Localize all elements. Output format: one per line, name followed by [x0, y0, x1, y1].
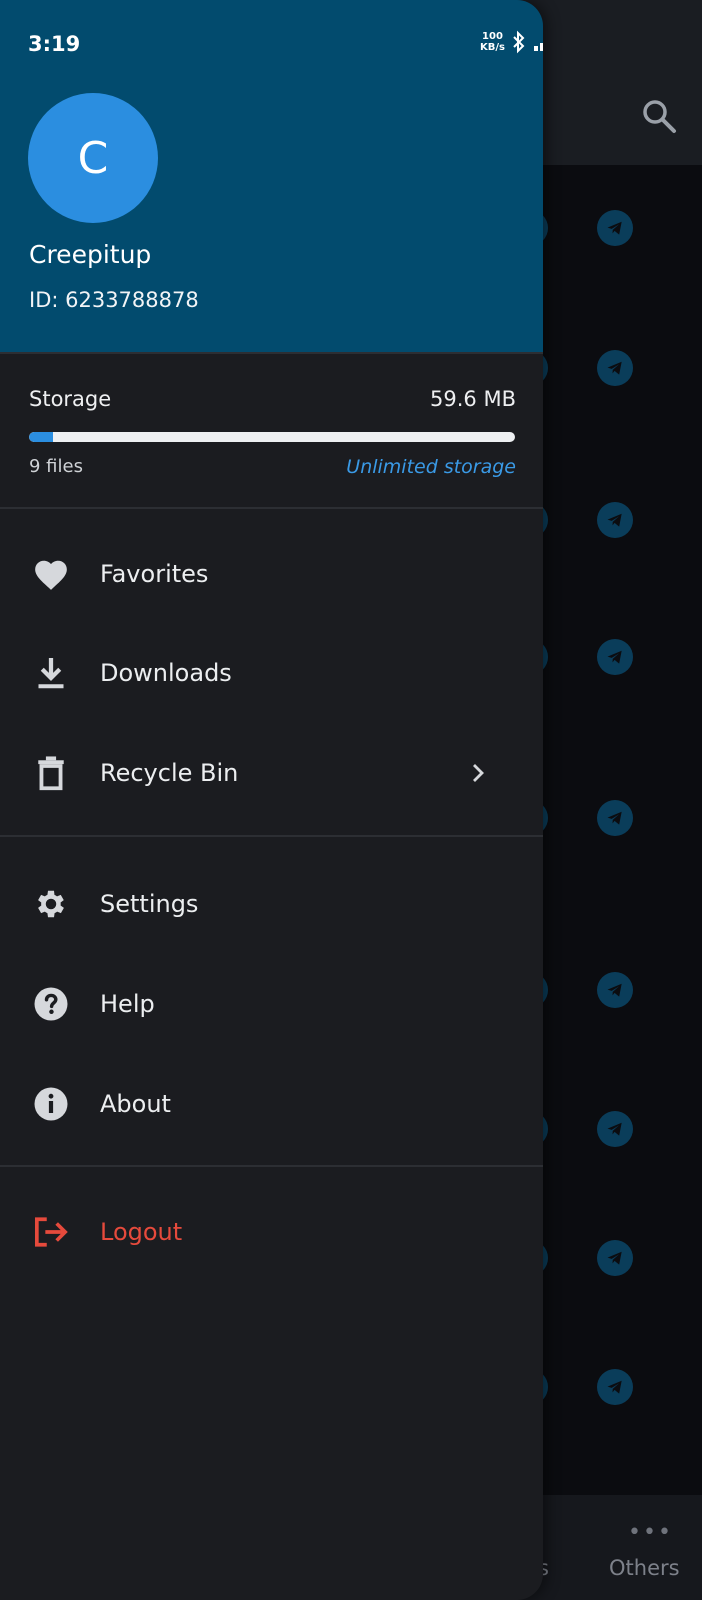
divider: [0, 352, 543, 354]
nav-tab-others[interactable]: Others: [609, 1556, 680, 1580]
telegram-icon[interactable]: [597, 502, 633, 538]
storage-plan: Unlimited storage: [346, 456, 516, 478]
telegram-icon[interactable]: [597, 639, 633, 675]
status-icons: 100 KB/s 37: [480, 30, 543, 54]
menu-item-favorites[interactable]: Favorites: [0, 534, 543, 614]
avatar[interactable]: C: [28, 93, 158, 223]
user-id: ID: 6233788878: [29, 288, 199, 312]
menu-item-settings[interactable]: Settings: [0, 864, 543, 944]
network-speed: 100 KB/s: [480, 31, 505, 53]
menu-label-recycle-bin: Recycle Bin: [100, 759, 239, 787]
telegram-icon[interactable]: [597, 1240, 633, 1276]
navigation-drawer: 3:19 100 KB/s 37 C Cre: [0, 0, 543, 1600]
download-icon: [32, 654, 70, 692]
user-name: Creepitup: [29, 240, 152, 269]
menu-item-about[interactable]: About: [0, 1064, 543, 1144]
chevron-right-icon: [473, 764, 484, 782]
files-count: 9 files: [29, 456, 83, 477]
heart-icon: [32, 555, 70, 593]
gear-icon: [32, 885, 70, 923]
signal-icon: [533, 43, 543, 51]
bluetooth-icon: [513, 30, 525, 54]
logout-icon: [32, 1213, 70, 1251]
divider: [0, 1165, 543, 1167]
storage-used: 59.6 MB: [430, 387, 516, 411]
search-icon[interactable]: [639, 96, 679, 136]
menu-item-recycle-bin[interactable]: Recycle Bin: [0, 733, 543, 813]
menu-item-logout[interactable]: Logout: [0, 1192, 543, 1272]
telegram-icon[interactable]: [597, 210, 633, 246]
menu-label-help: Help: [100, 990, 155, 1018]
telegram-icon[interactable]: [597, 1369, 633, 1405]
info-circle-icon: [32, 1085, 70, 1123]
telegram-icon[interactable]: [597, 800, 633, 836]
menu-label-settings: Settings: [100, 890, 199, 918]
storage-progress-fill: [29, 432, 54, 442]
divider: [0, 835, 543, 837]
menu-label-about: About: [100, 1090, 171, 1118]
telegram-icon[interactable]: [597, 972, 633, 1008]
menu-item-help[interactable]: Help: [0, 964, 543, 1044]
status-time: 3:19: [28, 32, 81, 56]
telegram-icon[interactable]: [597, 350, 633, 386]
divider: [0, 507, 543, 509]
drawer-header: 3:19 100 KB/s 37 C Cre: [0, 0, 543, 352]
menu-label-favorites: Favorites: [100, 560, 209, 588]
menu-label-logout: Logout: [100, 1218, 183, 1246]
more-dots-icon[interactable]: •••: [628, 1520, 673, 1545]
menu-label-downloads: Downloads: [100, 659, 232, 687]
storage-label: Storage: [29, 387, 112, 411]
trash-icon: [32, 754, 70, 792]
storage-progress-bar: [29, 432, 515, 442]
telegram-icon[interactable]: [597, 1111, 633, 1147]
menu-item-downloads[interactable]: Downloads: [0, 633, 543, 713]
help-circle-icon: [32, 985, 70, 1023]
